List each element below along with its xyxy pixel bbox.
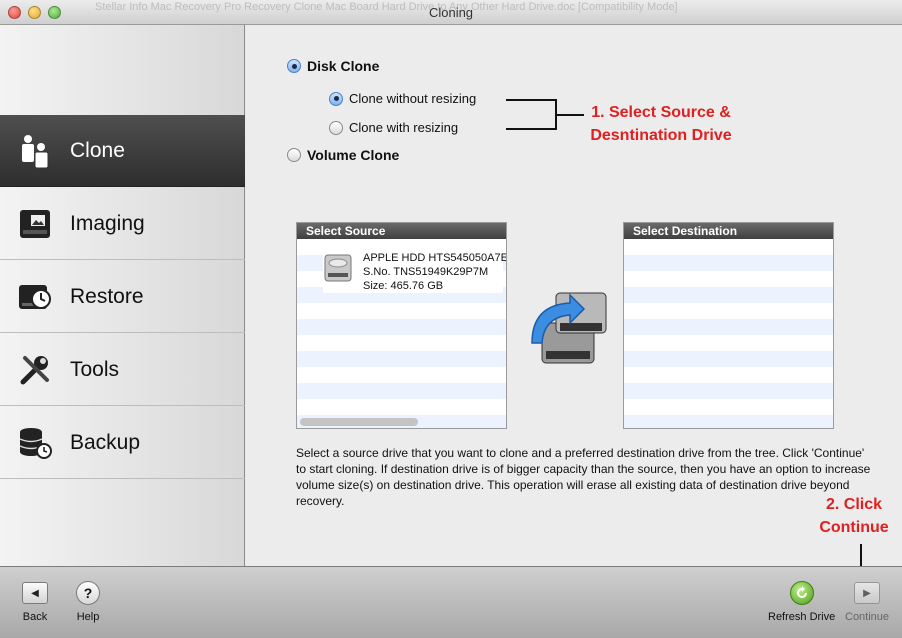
destination-list-rows xyxy=(624,239,833,428)
refresh-drive-button[interactable]: Refresh Drive xyxy=(768,581,835,623)
imaging-icon xyxy=(15,204,55,244)
step1-annotation: 1. Select Source & Desntination Drive xyxy=(576,101,746,147)
restore-icon xyxy=(15,277,55,317)
help-label: Help xyxy=(76,611,100,623)
volume-clone-radio[interactable]: Volume Clone xyxy=(287,147,399,163)
step1-line1: 1. Select Source & xyxy=(591,104,731,121)
sidebar-item-label: Tools xyxy=(70,357,120,381)
radio-dot xyxy=(287,59,301,73)
sidebar-item-backup[interactable]: Backup xyxy=(0,407,245,479)
sidebar-item-imaging[interactable]: Imaging xyxy=(0,188,245,260)
clone-with-resizing-radio[interactable]: Clone with resizing xyxy=(329,120,458,135)
step2-annotation: 2. Click Continue xyxy=(806,493,902,539)
destination-list-header: Select Destination xyxy=(624,223,833,239)
continue-button[interactable]: ▶ Continue xyxy=(845,581,889,623)
radio-dot xyxy=(287,148,301,162)
disk-clone-label: Disk Clone xyxy=(307,58,380,74)
clone-without-resizing-radio[interactable]: Clone without resizing xyxy=(329,91,476,106)
volume-clone-label: Volume Clone xyxy=(307,147,400,163)
back-label: Back xyxy=(22,611,48,623)
back-arrow-icon: ◀ xyxy=(22,582,48,604)
sidebar-item-label: Restore xyxy=(70,284,144,308)
horizontal-scrollbar[interactable] xyxy=(300,418,418,426)
backup-icon xyxy=(15,423,55,463)
radio-dot xyxy=(329,120,343,135)
step1-line2: Desntination Drive xyxy=(590,127,732,144)
clone-icon xyxy=(15,131,55,171)
step2-line2: Continue xyxy=(819,519,889,536)
clone-arrow-icon xyxy=(526,283,610,376)
sidebar-item-label: Imaging xyxy=(70,211,145,235)
main-panel: Disk Clone Clone without resizing Clone … xyxy=(246,25,902,574)
tools-icon xyxy=(15,350,55,390)
sidebar: Clone Imaging Restore Tools Backup xyxy=(0,25,245,566)
refresh-drive-label: Refresh Drive xyxy=(768,611,836,623)
sidebar-item-tools[interactable]: Tools xyxy=(0,334,245,406)
help-button[interactable]: ? Help xyxy=(74,581,102,623)
destination-list[interactable]: Select Destination xyxy=(623,222,834,429)
forward-arrow-icon: ▶ xyxy=(854,582,881,604)
title-bar: Stellar Info Mac Recovery Pro Recovery C… xyxy=(0,0,902,25)
back-button[interactable]: ◀ Back xyxy=(21,581,49,623)
drive-serial: S.No. TNS51949K29P7M xyxy=(363,266,489,278)
hard-drive-icon xyxy=(323,251,353,293)
drive-size: Size: 465.76 GB xyxy=(363,280,444,292)
refresh-icon xyxy=(789,581,814,605)
window-title: Cloning xyxy=(428,5,474,20)
source-list[interactable]: Select Source APPLE HDD HTS545050A7E S.N… xyxy=(296,222,507,429)
disk-clone-radio[interactable]: Disk Clone xyxy=(287,58,379,74)
radio-dot xyxy=(329,91,343,106)
clone-with-resizing-label: Clone with resizing xyxy=(349,120,459,135)
sidebar-item-clone[interactable]: Clone xyxy=(0,115,245,187)
sidebar-item-label: Backup xyxy=(70,430,141,454)
step2-line1: 2. Click xyxy=(825,496,883,513)
instructions-text: Select a source drive that you want to c… xyxy=(296,446,871,508)
source-list-header: Select Source xyxy=(297,223,506,239)
drive-name: APPLE HDD HTS545050A7E xyxy=(363,252,506,264)
continue-label: Continue xyxy=(845,611,890,623)
bottom-toolbar: ◀ Back ? Help Refresh Drive ▶ Continue xyxy=(0,566,902,638)
annotation-bracket xyxy=(506,99,584,130)
source-drive-item[interactable]: APPLE HDD HTS545050A7E S.No. TNS51949K29… xyxy=(323,251,506,293)
clone-without-resizing-label: Clone without resizing xyxy=(349,91,477,106)
sidebar-item-label: Clone xyxy=(70,138,125,162)
sidebar-item-restore[interactable]: Restore xyxy=(0,261,245,333)
help-icon: ? xyxy=(76,581,100,605)
